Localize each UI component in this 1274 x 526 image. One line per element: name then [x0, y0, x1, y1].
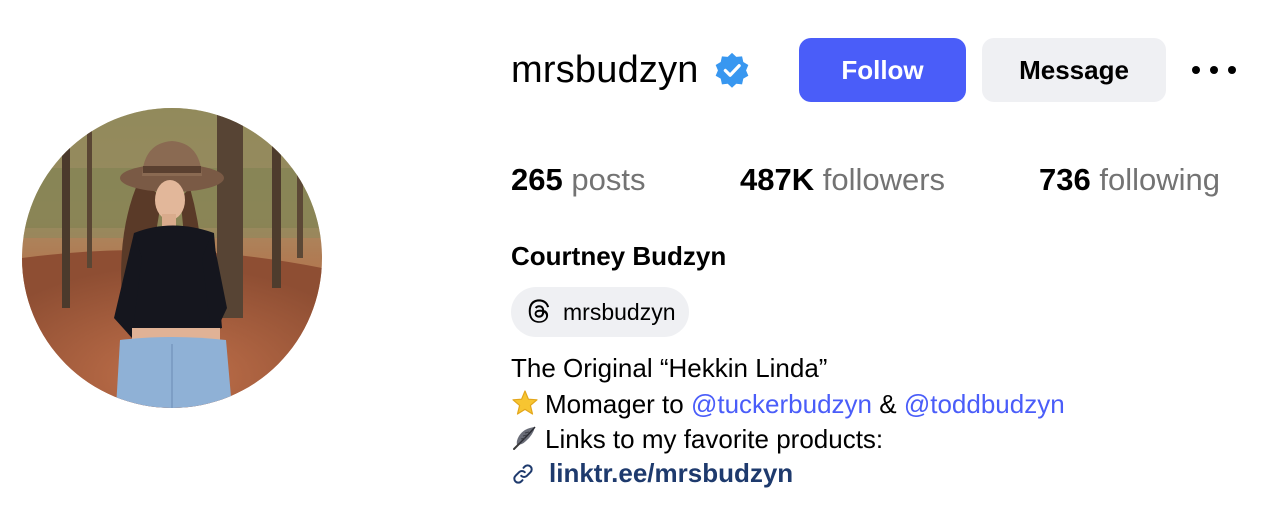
bio-line-1: The Original “Hekkin Linda”: [511, 353, 828, 383]
avatar-photo: [22, 108, 322, 408]
mention-tuckerbudzyn[interactable]: @tuckerbudzyn: [691, 389, 872, 419]
following-label: following: [1099, 162, 1220, 197]
star-emoji-icon: [512, 390, 538, 415]
mention-toddbudzyn[interactable]: @toddbudzyn: [904, 389, 1065, 419]
external-link[interactable]: linktr.ee/mrsbudzyn: [511, 458, 793, 489]
bio-line-2-amp: &: [879, 389, 897, 419]
avatar[interactable]: [22, 108, 322, 408]
posts-stat: 265 posts: [511, 160, 645, 200]
bio-line-2: Momager to @tuckerbudzyn & @toddbudzyn: [511, 387, 1065, 421]
following-stat[interactable]: 736 following: [1039, 160, 1220, 200]
message-button[interactable]: Message: [982, 38, 1166, 102]
followers-stat[interactable]: 487K followers: [740, 160, 945, 200]
full-name: Courtney Budzyn: [511, 241, 727, 271]
threads-link[interactable]: mrsbudzyn: [511, 287, 690, 337]
follow-button[interactable]: Follow: [799, 38, 966, 102]
feather-emoji-icon: [513, 426, 536, 450]
threads-icon: [528, 299, 550, 323]
external-link-text: linktr.ee/mrsbudzyn: [549, 458, 794, 488]
posts-label: posts: [571, 162, 646, 197]
threads-handle: mrsbudzyn: [563, 298, 676, 325]
bio-line-3-text: Links to my favorite products:: [545, 424, 884, 454]
more-dot: [1228, 66, 1236, 74]
more-options-icon[interactable]: [1192, 54, 1236, 86]
followers-label: followers: [822, 162, 946, 197]
profile-page: mrsbudzyn Follow Message 265 posts 487K …: [0, 0, 1274, 526]
bio-line-2-prefix: Momager to: [545, 389, 684, 419]
posts-count: 265: [511, 162, 563, 197]
followers-count: 487K: [740, 162, 815, 197]
more-dot: [1210, 66, 1218, 74]
bio-line-3: Links to my favorite products:: [511, 422, 883, 456]
following-count: 736: [1039, 162, 1091, 197]
profile-header: mrsbudzyn: [511, 38, 751, 102]
link-icon: [513, 463, 533, 484]
more-dot: [1192, 66, 1200, 74]
verified-badge-icon: [715, 52, 748, 88]
username: mrsbudzyn: [511, 49, 699, 91]
